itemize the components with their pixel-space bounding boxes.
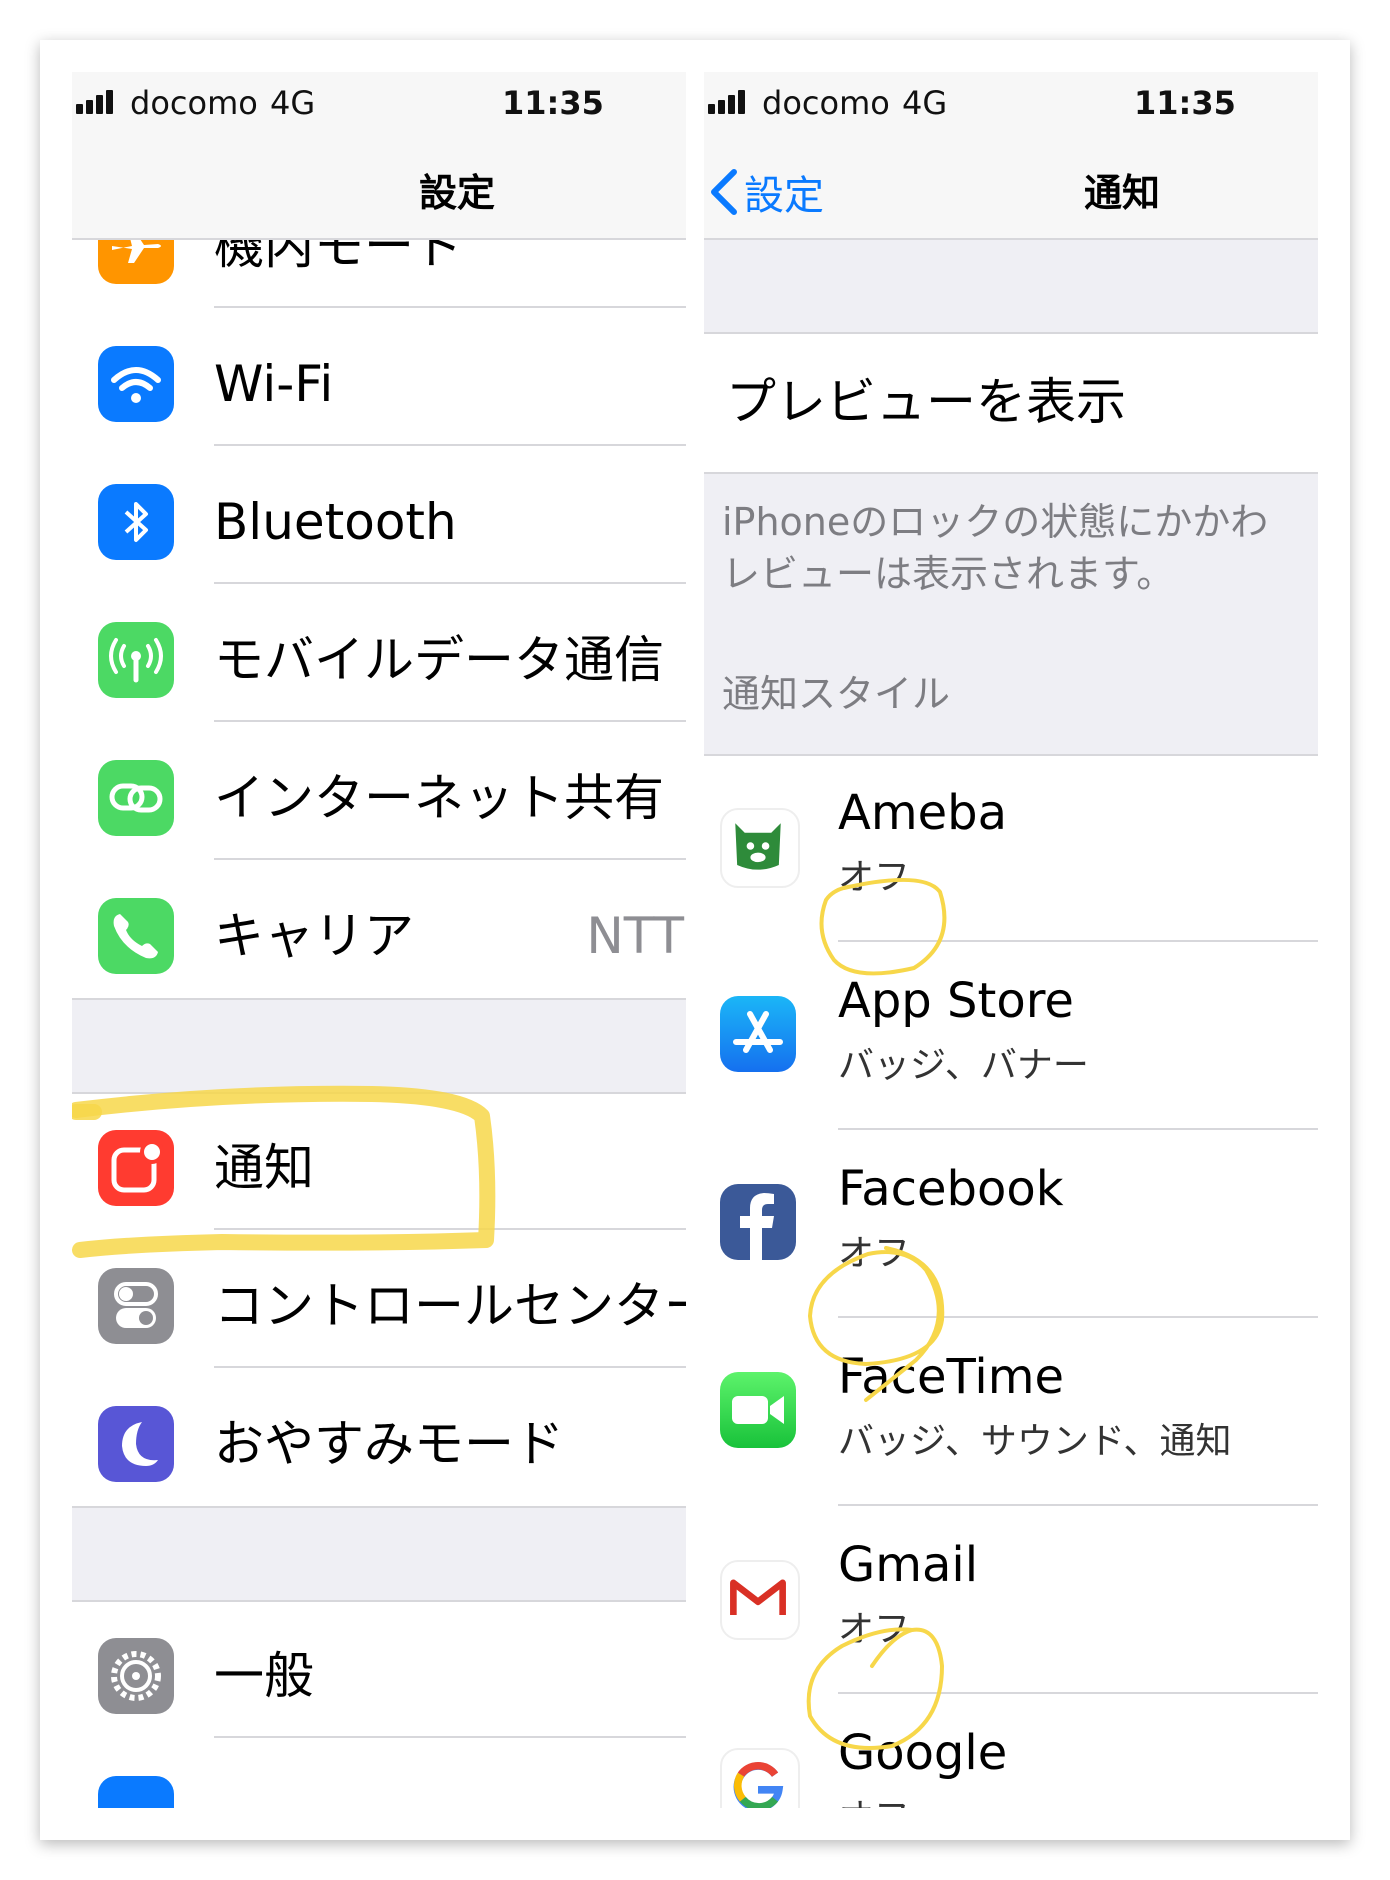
navigation-bar: 設定 <box>72 142 686 240</box>
preview-note: iPhoneのロックの状態にかかわ レビューは表示されます。 <box>722 500 1269 596</box>
settings-row-bluetooth[interactable]: Bluetooth <box>72 446 686 584</box>
show-previews-row[interactable]: プレビューを表示 <box>704 334 1318 472</box>
notifications-screen: docomo 4G 11:35 設定 通知 プレビューを表示 iPhoneのロッ… <box>704 72 1318 1808</box>
app-row-google[interactable]: Google オフ <box>704 1694 1318 1808</box>
settings-row-notifications[interactable]: 通知 <box>72 1092 686 1230</box>
app-row-facetime[interactable]: FaceTime バッジ、サウンド、通知 <box>704 1318 1318 1506</box>
section-spacer <box>704 240 1318 334</box>
settings-row-hotspot[interactable]: インターネット共有 <box>72 722 686 860</box>
antenna-icon <box>98 622 174 698</box>
gear-icon <box>98 1638 174 1714</box>
status-bar: docomo 4G 11:35 <box>704 72 1318 142</box>
section-spacer <box>72 998 686 1094</box>
status-bar: docomo 4G 11:35 <box>72 72 686 142</box>
notification-icon <box>98 1130 174 1206</box>
facebook-icon <box>720 1184 796 1260</box>
display-icon <box>98 1776 174 1808</box>
page-title: 設定 <box>418 171 495 215</box>
app-row-facebook[interactable]: Facebook オフ <box>704 1130 1318 1318</box>
settings-screen: 機内モード Wi-Fi Bluetooth モバイルデータ通信 インターネット共… <box>72 72 686 1808</box>
settings-row-control-center[interactable]: コントロールセンター <box>72 1230 686 1368</box>
screenshot-card: 機内モード Wi-Fi Bluetooth モバイルデータ通信 インターネット共… <box>40 40 1350 1840</box>
phone-icon <box>98 898 174 974</box>
settings-row-general[interactable]: 一般 <box>72 1600 686 1738</box>
app-row-gmail[interactable]: Gmail オフ <box>704 1506 1318 1694</box>
signal-strength-icon <box>76 90 122 114</box>
settings-row-display[interactable] <box>72 1738 686 1808</box>
ameba-icon <box>720 808 800 888</box>
section-spacer <box>72 1506 686 1602</box>
wifi-icon <box>98 346 174 422</box>
navigation-bar: 設定 通知 <box>704 142 1318 240</box>
google-icon <box>720 1748 800 1808</box>
settings-row-wifi[interactable]: Wi-Fi <box>72 308 686 446</box>
settings-row-do-not-disturb[interactable]: おやすみモード <box>72 1368 686 1506</box>
toggle-icon <box>98 1268 174 1344</box>
section-header: 通知スタイル <box>722 672 951 716</box>
back-button[interactable]: 設定 <box>704 160 824 224</box>
app-row-app-store[interactable]: App Store バッジ、バナー <box>704 942 1318 1130</box>
chevron-left-icon <box>711 169 737 215</box>
app-row-ameba[interactable]: Ameba オフ <box>704 754 1318 942</box>
signal-strength-icon <box>708 90 754 114</box>
app-store-icon <box>720 996 796 1072</box>
moon-icon <box>98 1406 174 1482</box>
gmail-icon <box>720 1560 800 1640</box>
settings-row-mobile-data[interactable]: モバイルデータ通信 <box>72 584 686 722</box>
facetime-icon <box>720 1372 796 1448</box>
link-icon <box>98 760 174 836</box>
preview-footer: iPhoneのロックの状態にかかわ レビューは表示されます。 通知スタイル <box>704 472 1318 756</box>
bluetooth-icon <box>98 484 174 560</box>
page-title: 通知 <box>1084 171 1161 215</box>
settings-row-carrier[interactable]: キャリア NTT <box>72 860 686 998</box>
